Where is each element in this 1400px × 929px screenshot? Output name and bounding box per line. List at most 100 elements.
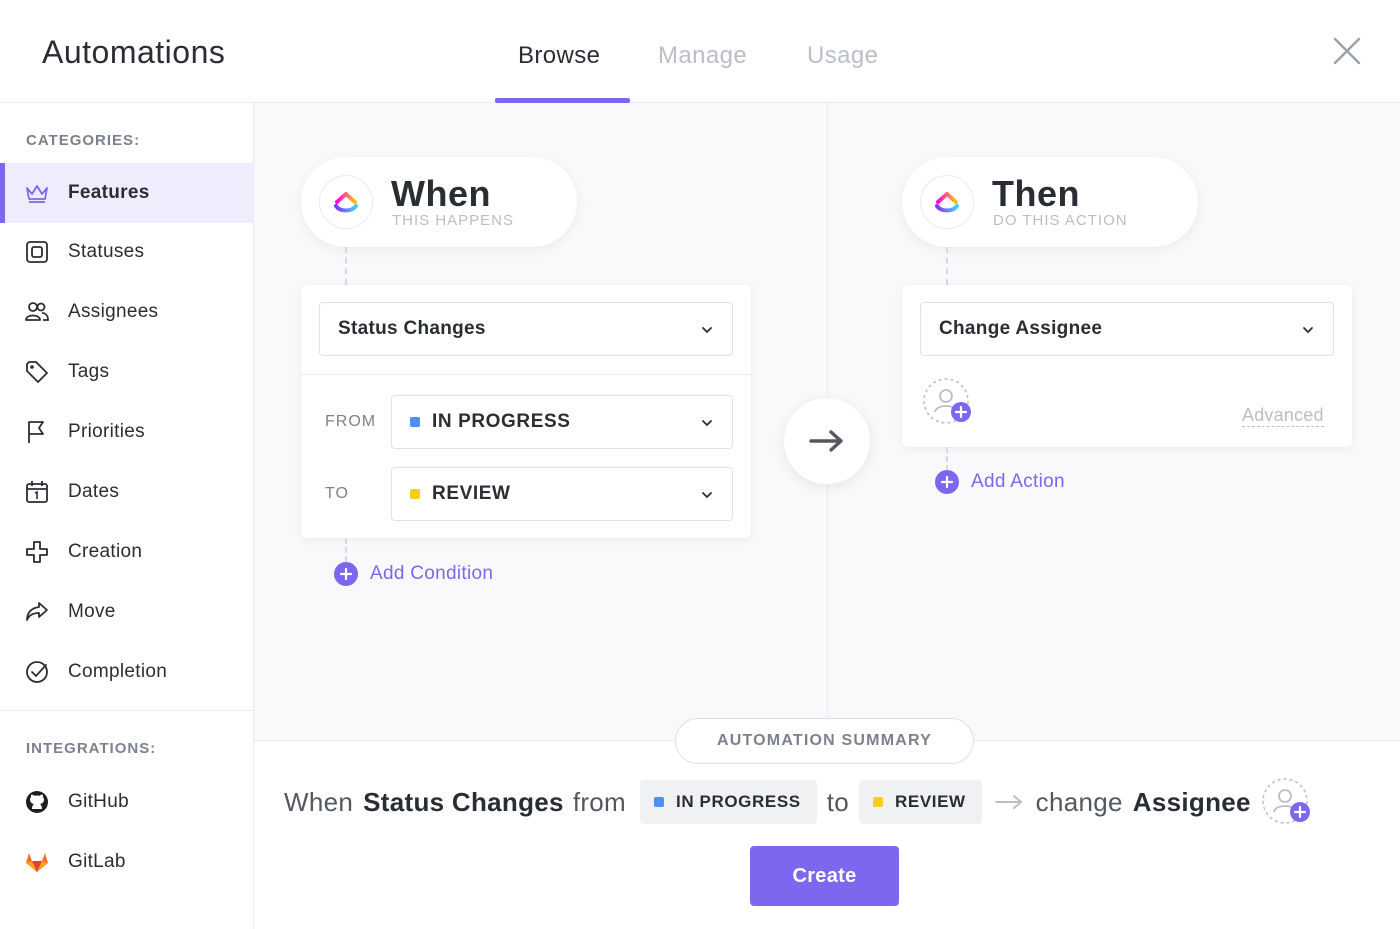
add-assignee-avatar-icon[interactable] bbox=[922, 377, 972, 427]
automation-builder: When THIS HAPPENS Status Changes FROM IN… bbox=[254, 103, 1400, 740]
connector-line bbox=[345, 538, 347, 562]
status-color-dot bbox=[410, 489, 420, 499]
sidebar-item-label: GitHub bbox=[68, 791, 129, 812]
sidebar-item-github[interactable]: GitHub bbox=[0, 772, 254, 832]
summary-sentence: When Status Changes from IN PROGRESS to … bbox=[284, 777, 1311, 827]
chevron-down-icon bbox=[1303, 327, 1313, 334]
page-title: Automations bbox=[42, 34, 226, 70]
tab-manage[interactable]: Manage bbox=[658, 42, 747, 70]
sidebar-item-label: Priorities bbox=[68, 421, 145, 442]
sidebar-item-assignees[interactable]: Assignees bbox=[0, 282, 254, 342]
action-select-value: Change Assignee bbox=[939, 318, 1103, 339]
summary-badge: AUTOMATION SUMMARY bbox=[675, 718, 974, 764]
sidebar-item-label: Dates bbox=[68, 481, 120, 502]
to-status-select[interactable]: REVIEW bbox=[391, 467, 733, 521]
connector-line bbox=[946, 247, 948, 285]
add-condition-button[interactable]: Add Condition bbox=[334, 562, 493, 586]
tab-browse[interactable]: Browse bbox=[518, 42, 600, 70]
summary-from-word: from bbox=[572, 786, 627, 817]
then-subtitle: DO THIS ACTION bbox=[993, 212, 1128, 229]
when-title: When bbox=[391, 173, 491, 214]
create-button[interactable]: Create bbox=[750, 846, 899, 906]
from-status-value: IN PROGRESS bbox=[432, 411, 571, 432]
status-color-dot bbox=[873, 797, 883, 807]
gitlab-icon bbox=[24, 849, 50, 875]
chevron-down-icon bbox=[702, 492, 712, 499]
to-status-value: REVIEW bbox=[432, 483, 511, 504]
summary-to-value: REVIEW bbox=[895, 792, 966, 811]
tag-icon bbox=[24, 359, 50, 385]
sidebar-item-label: Creation bbox=[68, 541, 143, 562]
share-arrow-icon bbox=[24, 599, 50, 625]
header-bar: Automations Browse Manage Usage bbox=[0, 0, 1400, 103]
check-circle-icon bbox=[24, 659, 50, 685]
sidebar-item-label: Statuses bbox=[68, 241, 145, 262]
trigger-card: Status Changes FROM IN PROGRESS TO REVIE… bbox=[301, 285, 751, 538]
to-label: TO bbox=[325, 485, 349, 502]
sidebar-divider bbox=[0, 710, 254, 711]
then-title: Then bbox=[992, 173, 1080, 214]
sidebar-item-label: Assignees bbox=[68, 301, 159, 322]
summary-from-chip: IN PROGRESS bbox=[640, 780, 817, 824]
people-icon bbox=[24, 299, 50, 325]
chevron-down-icon bbox=[702, 327, 712, 334]
when-subtitle: THIS HAPPENS bbox=[392, 212, 515, 229]
flag-icon bbox=[24, 419, 50, 445]
sidebar-item-dates[interactable]: Dates bbox=[0, 462, 254, 522]
sidebar-item-gitlab[interactable]: GitLab bbox=[0, 832, 254, 892]
categories-label: CATEGORIES: bbox=[26, 132, 141, 149]
add-action-button[interactable]: Add Action bbox=[935, 470, 1065, 494]
summary-change-word: change bbox=[1035, 786, 1123, 817]
summary-trigger: Status Changes bbox=[363, 786, 564, 817]
plus-outline-icon bbox=[24, 539, 50, 565]
summary-when-word: When bbox=[284, 786, 354, 817]
sidebar-item-move[interactable]: Move bbox=[0, 582, 254, 642]
close-icon[interactable] bbox=[1330, 34, 1364, 68]
tab-usage[interactable]: Usage bbox=[807, 42, 878, 70]
from-label: FROM bbox=[325, 413, 377, 430]
sidebar-item-tags[interactable]: Tags bbox=[0, 342, 254, 402]
card-divider bbox=[301, 374, 751, 375]
summary-to-chip: REVIEW bbox=[859, 780, 982, 824]
from-status-select[interactable]: IN PROGRESS bbox=[391, 395, 733, 449]
sidebar-item-label: Move bbox=[68, 601, 116, 622]
summary-from-value: IN PROGRESS bbox=[676, 792, 801, 811]
then-header: Then DO THIS ACTION bbox=[902, 157, 1198, 247]
status-color-dot bbox=[654, 797, 665, 807]
connector-line bbox=[946, 447, 948, 471]
flow-arrow-icon bbox=[784, 398, 870, 484]
trigger-select-value: Status Changes bbox=[338, 318, 486, 339]
when-header: When THIS HAPPENS bbox=[301, 157, 577, 247]
add-condition-label: Add Condition bbox=[370, 563, 494, 584]
plus-icon bbox=[334, 562, 358, 586]
sidebar-item-completion[interactable]: Completion bbox=[0, 642, 254, 702]
summary-to-word: to bbox=[826, 786, 849, 817]
sidebar-item-statuses[interactable]: Statuses bbox=[0, 222, 254, 282]
connector-line bbox=[345, 247, 347, 285]
clickup-logo-icon bbox=[319, 175, 373, 229]
summary-arrow-icon bbox=[994, 792, 1024, 812]
status-color-dot bbox=[410, 417, 420, 427]
summary-target: Assignee bbox=[1132, 786, 1251, 817]
sidebar-item-creation[interactable]: Creation bbox=[0, 522, 254, 582]
sidebar-item-features[interactable]: Features bbox=[0, 163, 254, 223]
integrations-label: INTEGRATIONS: bbox=[26, 740, 157, 757]
action-select[interactable]: Change Assignee bbox=[920, 302, 1334, 356]
automation-summary: AUTOMATION SUMMARY When Status Changes f… bbox=[254, 718, 1400, 929]
sidebar-item-label: Tags bbox=[68, 361, 110, 382]
calendar-icon bbox=[24, 479, 50, 505]
sidebar-item-label: GitLab bbox=[68, 851, 126, 872]
advanced-link[interactable]: Advanced bbox=[1242, 405, 1324, 427]
add-action-label: Add Action bbox=[971, 471, 1065, 492]
clickup-logo-icon bbox=[920, 175, 974, 229]
sidebar-item-priorities[interactable]: Priorities bbox=[0, 402, 254, 462]
trigger-select[interactable]: Status Changes bbox=[319, 302, 733, 356]
github-icon bbox=[24, 789, 50, 815]
summary-assignee-avatar-icon bbox=[1261, 777, 1311, 827]
status-square-icon bbox=[24, 239, 50, 265]
sidebar-item-label: Features bbox=[68, 182, 150, 203]
sidebar: CATEGORIES: Features Statuses Assignees … bbox=[0, 103, 254, 929]
chevron-down-icon bbox=[702, 420, 712, 427]
action-card: Change Assignee Advanced bbox=[902, 285, 1352, 447]
plus-icon bbox=[935, 470, 959, 494]
